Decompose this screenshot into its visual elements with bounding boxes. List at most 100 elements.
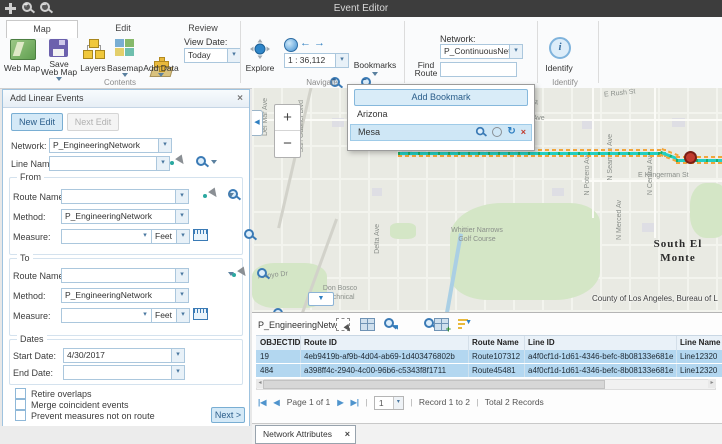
horizontal-scrollbar[interactable]: ◂ ▸ xyxy=(256,379,716,390)
chevron-down-icon[interactable]: ▾ xyxy=(139,309,151,322)
last-page-icon[interactable]: ▶| xyxy=(351,398,359,407)
chevron-down-icon[interactable]: ▾ xyxy=(139,230,151,243)
next-edit-button[interactable]: Next Edit xyxy=(67,113,119,131)
line-name-select[interactable]: ▾ xyxy=(49,156,170,171)
chevron-down-icon[interactable]: ▾ xyxy=(175,269,188,282)
explore-button[interactable]: Explore xyxy=(242,64,278,72)
chevron-down-icon[interactable]: ▾ xyxy=(175,210,188,223)
chevron-down-icon[interactable]: ▾ xyxy=(227,49,240,62)
next-extent-icon[interactable]: → xyxy=(314,37,325,49)
scrollbar-thumb[interactable] xyxy=(263,380,605,389)
zoom-to-measure-icon[interactable] xyxy=(244,229,256,241)
prevent-measures-checkbox[interactable] xyxy=(15,410,26,421)
new-edit-button[interactable]: New Edit xyxy=(11,113,63,131)
from-measure-combo[interactable]: ▾ xyxy=(61,229,152,244)
column-header[interactable]: OBJECTID xyxy=(256,336,301,350)
chevron-down-icon[interactable]: ▾ xyxy=(158,139,171,152)
view-date-select[interactable]: Today ▾ xyxy=(184,48,241,63)
column-header[interactable]: Line Name xyxy=(676,336,722,350)
zoom-to-bookmark-icon[interactable] xyxy=(476,127,486,137)
zoom-to-line-icon[interactable] xyxy=(196,156,208,168)
selected-route-line[interactable] xyxy=(676,156,722,164)
close-icon[interactable]: × xyxy=(345,426,350,443)
add-bookmark-button[interactable]: Add Bookmark xyxy=(354,89,528,106)
zoom-options-caret-icon[interactable] xyxy=(228,193,234,200)
table-row[interactable]: 19 4eb9419b-af9b-4d04-ab69-1d403476802b … xyxy=(256,350,722,364)
zoom-options-caret-icon[interactable] xyxy=(228,272,234,279)
chevron-down-icon[interactable]: ▾ xyxy=(393,397,403,409)
basemap-icon[interactable] xyxy=(115,39,134,56)
route-point-marker[interactable] xyxy=(684,151,697,164)
to-route-name-select[interactable]: ▾ xyxy=(61,268,189,283)
to-measure-combo[interactable]: ▾ xyxy=(61,308,152,323)
chevron-down-icon[interactable]: ▾ xyxy=(175,289,188,302)
collapse-table-button[interactable]: ▼ xyxy=(308,292,334,306)
column-header[interactable]: Line ID xyxy=(524,336,677,350)
delete-bookmark-icon[interactable]: × xyxy=(521,126,526,138)
update-bookmark-icon[interactable]: ↻ xyxy=(507,126,515,138)
measure-ruler-icon[interactable] xyxy=(193,308,208,320)
tab-map[interactable]: Map xyxy=(6,20,78,38)
pan-to-bookmark-icon[interactable] xyxy=(492,127,502,137)
chevron-down-icon[interactable]: ▾ xyxy=(335,54,348,67)
first-page-icon[interactable]: |◀ xyxy=(258,398,266,407)
zoom-to-selected-icon[interactable] xyxy=(384,318,396,328)
chevron-down-icon[interactable]: ▾ xyxy=(175,190,188,203)
start-date-select[interactable]: 4/30/2017 ▾ xyxy=(63,348,185,363)
to-method-select[interactable]: P_EngineeringNetwork ▾ xyxy=(61,288,189,303)
chevron-down-icon[interactable]: ▾ xyxy=(171,366,184,379)
webmap-icon[interactable] xyxy=(10,39,36,60)
layers-icon[interactable] xyxy=(82,39,104,58)
explore-compass-icon[interactable] xyxy=(250,39,270,61)
column-header[interactable]: Route Name xyxy=(468,336,525,350)
web-map-button[interactable]: Web Map xyxy=(0,64,44,72)
save-web-map-button[interactable]: Save Web Map xyxy=(40,60,78,76)
bookmarks-button[interactable]: Bookmarks xyxy=(352,61,398,69)
chevron-down-icon[interactable]: ▾ xyxy=(156,157,169,170)
bookmark-item-mesa[interactable]: Mesa ↻ × xyxy=(350,124,532,141)
bookmark-item-arizona[interactable]: Arizona xyxy=(350,107,532,122)
route-search-input[interactable] xyxy=(440,62,517,77)
basemap-button[interactable]: Basemap xyxy=(105,64,145,72)
from-route-name-select[interactable]: ▾ xyxy=(61,189,189,204)
scroll-right-icon[interactable]: ▸ xyxy=(708,379,716,388)
table-row[interactable]: 484 a398ff4c-2940-4c00-96b6-c5343f8f1711… xyxy=(256,364,722,378)
network-select[interactable]: P_ContinuousNetwork ▾ xyxy=(440,44,523,59)
chevron-down-icon[interactable]: ▾ xyxy=(171,349,184,362)
prev-page-icon[interactable]: ◀ xyxy=(273,398,279,407)
zoom-in-icon[interactable]: + xyxy=(22,2,35,15)
tab-review[interactable]: Review xyxy=(168,20,238,36)
chevron-down-icon[interactable]: ▾ xyxy=(176,309,189,322)
identify-icon[interactable] xyxy=(549,37,571,59)
chevron-down-icon[interactable]: ▾ xyxy=(509,45,522,58)
panel-network-select[interactable]: P_EngineeringNetwork ▾ xyxy=(49,138,172,153)
tab-edit[interactable]: Edit xyxy=(88,20,158,36)
from-unit-select[interactable]: Feet ▾ xyxy=(151,229,190,244)
column-header[interactable]: Route ID xyxy=(300,336,469,350)
identify-button[interactable]: Identify xyxy=(540,64,578,72)
map-zoom-out-button[interactable]: − xyxy=(275,131,300,156)
collapse-panel-button[interactable]: ◀ xyxy=(252,110,263,136)
retire-overlaps-checkbox[interactable] xyxy=(15,388,26,399)
previous-extent-icon[interactable]: ← xyxy=(300,37,311,49)
chevron-down-icon[interactable]: ▾ xyxy=(176,230,189,243)
page-select[interactable]: 1 ▾ xyxy=(374,396,404,410)
next-step-button[interactable]: Next > xyxy=(211,407,245,423)
next-page-icon[interactable]: ▶ xyxy=(337,398,343,407)
sort-icon[interactable] xyxy=(458,318,473,332)
add-to-table-icon[interactable] xyxy=(434,318,449,332)
scale-select[interactable]: 1 : 36,112 ▾ xyxy=(284,53,349,68)
from-method-select[interactable]: P_EngineeringNetwork ▾ xyxy=(61,209,189,224)
add-data-button[interactable]: Add Data xyxy=(141,64,181,72)
to-unit-select[interactable]: Feet ▾ xyxy=(151,308,190,323)
save-webmap-icon[interactable] xyxy=(49,39,68,57)
pan-icon[interactable] xyxy=(4,2,17,15)
end-date-select[interactable]: ▾ xyxy=(63,365,185,380)
merge-coincident-checkbox[interactable] xyxy=(15,399,26,410)
measure-ruler-icon[interactable] xyxy=(193,229,208,241)
tab-network-attributes[interactable]: Network Attributes × xyxy=(255,425,356,444)
zoom-options-caret-icon[interactable] xyxy=(211,160,217,167)
show-table-icon[interactable] xyxy=(360,318,375,332)
zoom-to-route-icon[interactable] xyxy=(257,268,269,280)
close-icon[interactable]: × xyxy=(237,90,243,107)
